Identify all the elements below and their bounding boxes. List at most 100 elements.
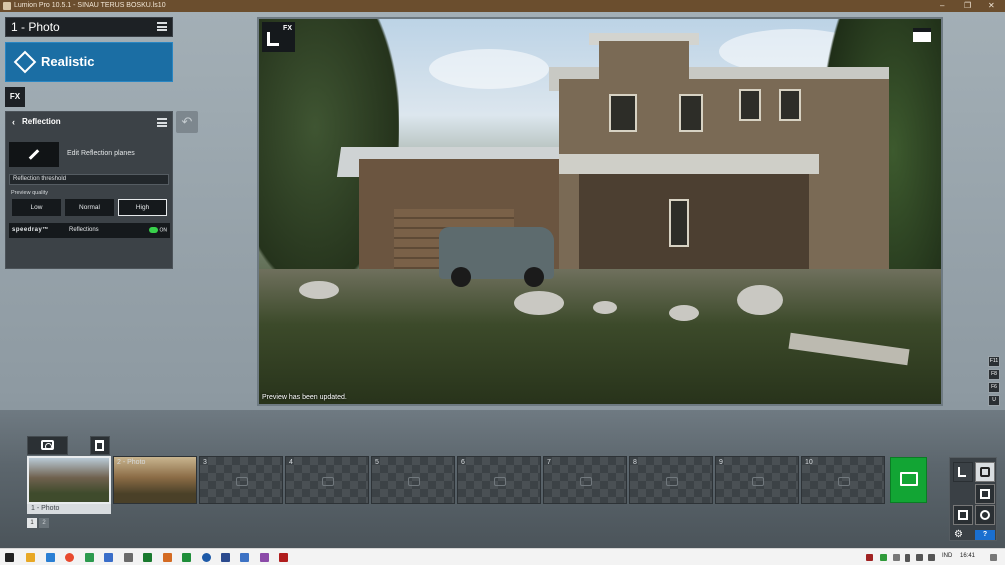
style-diamond-icon	[13, 50, 37, 74]
menu-icon[interactable]	[157, 22, 167, 31]
photo-slot-2[interactable]: 2 - Photo	[113, 456, 197, 504]
photo-slot-5[interactable]: 5	[371, 456, 455, 504]
wifi-icon[interactable]	[916, 554, 923, 561]
cloud	[429, 49, 549, 89]
slot-number: 6	[461, 459, 465, 466]
front-door	[669, 199, 689, 247]
excel-icon[interactable]	[143, 553, 152, 562]
slot-number: 10	[805, 459, 813, 466]
fx-badge[interactable]: FX	[262, 22, 295, 52]
clock[interactable]: 16:41	[960, 553, 975, 559]
effect-menu-icon[interactable]	[157, 118, 167, 127]
save-button[interactable]	[953, 505, 973, 525]
tray-icon[interactable]	[866, 554, 873, 561]
camera-placeholder-icon	[322, 477, 334, 486]
lumion-taskbar-icon[interactable]	[279, 553, 288, 562]
speedray-toggle[interactable]: ON	[148, 227, 167, 234]
windows-start-icon[interactable]	[5, 553, 14, 562]
truck-wheel	[451, 267, 471, 287]
edit-planes-label: Edit Reflection planes	[67, 150, 135, 157]
search-icon[interactable]	[124, 553, 133, 562]
page-2-button[interactable]: 2	[39, 518, 49, 528]
aspect-ratio-icon[interactable]	[913, 28, 931, 42]
battery-icon[interactable]	[905, 554, 910, 562]
photo-slot-9[interactable]: 9	[715, 456, 799, 504]
help-button[interactable]: ?	[975, 530, 995, 540]
taskbar-app-icon[interactable]	[182, 553, 191, 562]
tray-icon[interactable]	[880, 554, 887, 561]
delete-photo-button[interactable]	[90, 436, 110, 455]
build-mode-button[interactable]	[953, 462, 973, 482]
camera-placeholder-icon	[408, 477, 420, 486]
rock	[299, 281, 339, 299]
taskbar-app-icon[interactable]	[46, 553, 55, 562]
gear-icon[interactable]: ⚙	[954, 529, 963, 540]
notification-icon[interactable]	[990, 554, 997, 561]
speedray-reflections-row: speedray™ Reflections ON	[9, 223, 170, 238]
window-pane	[779, 89, 801, 121]
photo-slot-4[interactable]: 4	[285, 456, 369, 504]
porch	[579, 174, 809, 274]
photo-slot-3[interactable]: 3	[199, 456, 283, 504]
camera-placeholder-icon	[236, 477, 248, 486]
taskbar-app-icon[interactable]	[202, 553, 211, 562]
rock	[669, 305, 699, 321]
toggle-led-icon	[148, 227, 158, 233]
builder-icon	[958, 467, 966, 477]
photo-mode-button[interactable]	[975, 462, 995, 482]
photo-slot-6[interactable]: 6	[457, 456, 541, 504]
page-1-button[interactable]: 1	[27, 518, 37, 528]
reflection-threshold-slider[interactable]: Reflection threshold	[9, 174, 169, 185]
restore-icon[interactable]: ❐	[964, 0, 971, 12]
slot-number: 8	[633, 459, 637, 466]
u-key-button[interactable]: U	[988, 395, 1000, 406]
threshold-label: Reflection threshold	[13, 176, 67, 182]
f8-key-button[interactable]: F8	[988, 369, 1000, 380]
quality-normal-button[interactable]: Normal	[65, 199, 114, 216]
preview-quality-label: Preview quality	[11, 190, 48, 196]
render-preview-viewport[interactable]: FX Preview has been updated.	[257, 17, 943, 406]
close-icon[interactable]: ✕	[988, 0, 995, 12]
windows-taskbar: IND 16:41	[0, 548, 1005, 565]
word-icon[interactable]	[221, 553, 230, 562]
input-language[interactable]: IND	[942, 553, 952, 559]
photo-slot-7[interactable]: 7	[543, 456, 627, 504]
chrome-icon[interactable]	[65, 553, 74, 562]
trash-icon	[95, 440, 104, 451]
f11-key-button[interactable]: F11	[988, 356, 1000, 367]
taskbar-app-icon[interactable]	[26, 553, 35, 562]
taskbar-app-icon[interactable]	[85, 553, 94, 562]
fx-button[interactable]: FX	[5, 87, 25, 107]
quality-low-button[interactable]: Low	[12, 199, 61, 216]
rock	[593, 301, 617, 314]
camera-placeholder-icon	[494, 477, 506, 486]
render-photo-button[interactable]	[890, 457, 927, 503]
taskbar-app-icon[interactable]	[163, 553, 172, 562]
chevron-left-icon[interactable]: ‹	[12, 112, 15, 132]
photo-slot-10[interactable]: 10	[801, 456, 885, 504]
window-pane	[739, 89, 761, 121]
save-icon	[958, 510, 968, 520]
film-icon	[980, 489, 990, 499]
realistic-style-button[interactable]: Realistic	[5, 42, 173, 82]
photo-slot-8[interactable]: 8	[629, 456, 713, 504]
taskbar-app-icon[interactable]	[104, 553, 113, 562]
photo-title-bar[interactable]: 1 - Photo	[5, 17, 173, 37]
taskbar-app-icon[interactable]	[240, 553, 249, 562]
quality-high-button[interactable]: High	[118, 199, 167, 216]
edit-reflection-planes-button[interactable]	[9, 142, 59, 167]
photo-slot-1[interactable]	[27, 456, 111, 504]
undo-icon[interactable]: ↶	[176, 111, 198, 133]
tray-icon[interactable]	[893, 554, 900, 561]
photographer-icon	[267, 32, 279, 46]
minimize-icon[interactable]: –	[940, 0, 944, 12]
f6-key-button[interactable]: F6	[988, 382, 1000, 393]
volume-icon[interactable]	[928, 554, 935, 561]
globe-icon	[980, 510, 990, 520]
ground	[259, 269, 941, 404]
add-photo-button[interactable]	[27, 436, 68, 455]
panorama-mode-button[interactable]	[975, 505, 995, 525]
taskbar-app-icon[interactable]	[260, 553, 269, 562]
movie-mode-button[interactable]	[975, 484, 995, 504]
rock	[737, 285, 783, 315]
